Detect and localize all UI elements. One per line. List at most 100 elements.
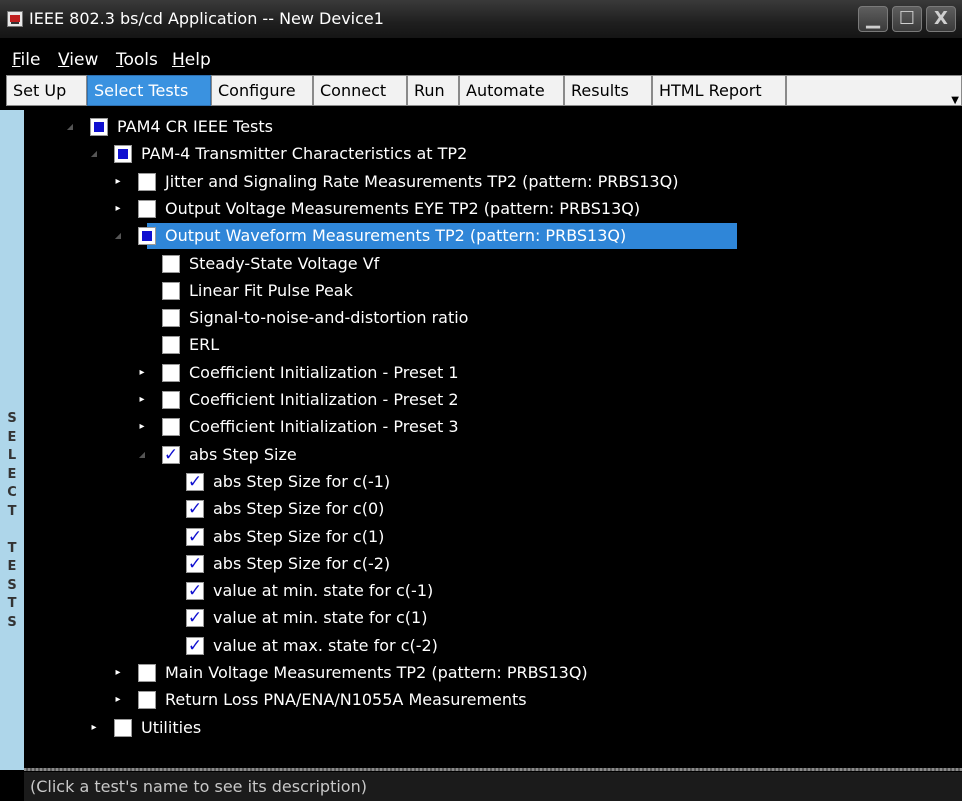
tree-item[interactable]: ERL bbox=[24, 332, 962, 358]
test-checkbox[interactable] bbox=[114, 145, 132, 164]
tree-item[interactable]: ◢ PAM4 CR IEEE Tests bbox=[24, 114, 962, 140]
tree-item-label[interactable]: Main Voltage Measurements TP2 (pattern: … bbox=[165, 660, 588, 686]
tree-item[interactable]: ✓ value at max. state for c(-2) bbox=[24, 633, 962, 659]
test-checkbox[interactable] bbox=[162, 336, 180, 355]
expand-arrow-icon[interactable]: ▸ bbox=[136, 387, 148, 413]
tree-item-label[interactable]: Coefficient Initialization - Preset 1 bbox=[189, 360, 459, 386]
test-checkbox[interactable] bbox=[138, 172, 156, 191]
expand-arrow-icon[interactable]: ▸ bbox=[88, 715, 100, 741]
tree-item[interactable]: ◢ ✓ abs Step Size bbox=[24, 442, 962, 468]
tree-item-label[interactable]: Jitter and Signaling Rate Measurements T… bbox=[165, 169, 678, 195]
collapse-arrow-icon[interactable]: ◢ bbox=[88, 141, 100, 167]
expand-arrow-icon[interactable]: ▸ bbox=[112, 196, 124, 222]
collapse-arrow-icon[interactable]: ◢ bbox=[64, 114, 76, 140]
tab-set-up[interactable]: Set Up bbox=[6, 75, 87, 106]
test-checkbox[interactable] bbox=[114, 718, 132, 737]
collapse-arrow-icon[interactable]: ◢ bbox=[136, 442, 148, 468]
tree-item[interactable]: ◢ Output Waveform Measurements TP2 (patte… bbox=[24, 223, 962, 250]
tree-item[interactable]: ▸ Utilities bbox=[24, 715, 962, 741]
collapse-arrow-icon[interactable]: ◢ bbox=[112, 223, 124, 249]
expand-arrow-icon[interactable]: ▸ bbox=[112, 660, 124, 686]
tree-item[interactable]: ▸ Return Loss PNA/ENA/N1055A Measurements bbox=[24, 687, 962, 713]
menu-tools[interactable]: Tools bbox=[116, 50, 158, 70]
expand-arrow-icon[interactable]: ▸ bbox=[112, 169, 124, 195]
test-checkbox[interactable]: ✓ bbox=[186, 527, 204, 546]
tree-item-label[interactable]: Signal-to-noise-and-distortion ratio bbox=[189, 305, 468, 331]
test-checkbox[interactable]: ✓ bbox=[162, 445, 180, 464]
tab-select-tests[interactable]: Select Tests bbox=[87, 75, 211, 106]
menu-help[interactable]: Help bbox=[172, 50, 211, 70]
tree-item-label[interactable]: abs Step Size for c(0) bbox=[213, 496, 384, 522]
tree-item[interactable]: ◢ PAM-4 Transmitter Characteristics at TP… bbox=[24, 141, 962, 167]
menu-file[interactable]: File bbox=[12, 50, 40, 70]
tree-item-label[interactable]: Return Loss PNA/ENA/N1055A Measurements bbox=[165, 687, 527, 713]
test-checkbox[interactable] bbox=[162, 418, 180, 437]
tab-results[interactable]: Results bbox=[564, 75, 652, 106]
tree-item-label[interactable]: Linear Fit Pulse Peak bbox=[189, 278, 353, 304]
tree-item-label[interactable]: Output Waveform Measurements TP2 (patter… bbox=[165, 223, 626, 249]
tab-run[interactable]: Run bbox=[407, 75, 459, 106]
test-checkbox[interactable] bbox=[162, 363, 180, 382]
test-checkbox[interactable]: ✓ bbox=[186, 636, 204, 655]
tree-item-label[interactable]: ERL bbox=[189, 332, 219, 358]
tree-item[interactable]: ▸ Coefficient Initialization - Preset 1 bbox=[24, 360, 962, 386]
tree-item-label[interactable]: abs Step Size for c(1) bbox=[213, 524, 384, 550]
tree-item-label[interactable]: Utilities bbox=[141, 715, 201, 741]
tree-item[interactable]: ✓ abs Step Size for c(0) bbox=[24, 496, 962, 522]
test-checkbox[interactable] bbox=[162, 254, 180, 273]
test-checkbox[interactable]: ✓ bbox=[186, 500, 204, 519]
tab-configure[interactable]: Configure bbox=[211, 75, 313, 106]
minimize-button[interactable]: ▁ bbox=[858, 6, 888, 32]
tree-item[interactable]: ✓ value at min. state for c(-1) bbox=[24, 578, 962, 604]
tree-item[interactable]: ✓ abs Step Size for c(-1) bbox=[24, 469, 962, 495]
tree-item-label[interactable]: Steady-State Voltage Vf bbox=[189, 251, 379, 277]
tree-item[interactable]: ▸ Main Voltage Measurements TP2 (pattern:… bbox=[24, 660, 962, 686]
tree-item[interactable]: ▸ Jitter and Signaling Rate Measurements … bbox=[24, 169, 962, 195]
tab-html-report[interactable]: HTML Report bbox=[652, 75, 786, 106]
tree-item-label[interactable]: PAM-4 Transmitter Characteristics at TP2 bbox=[141, 141, 467, 167]
test-checkbox[interactable] bbox=[90, 118, 108, 136]
tab-connect[interactable]: Connect bbox=[313, 75, 407, 106]
maximize-button[interactable]: ☐ bbox=[892, 6, 922, 32]
menu-view[interactable]: View bbox=[58, 50, 98, 70]
tree-item-label[interactable]: value at min. state for c(-1) bbox=[213, 578, 433, 604]
expand-arrow-icon[interactable]: ▸ bbox=[112, 687, 124, 713]
test-checkbox[interactable]: ✓ bbox=[186, 582, 204, 601]
tree-item-label[interactable]: abs Step Size for c(-1) bbox=[213, 469, 390, 495]
tree-item[interactable]: ✓ abs Step Size for c(1) bbox=[24, 524, 962, 550]
tree-item[interactable]: Steady-State Voltage Vf bbox=[24, 251, 962, 277]
test-checkbox[interactable]: ✓ bbox=[186, 554, 204, 573]
test-checkbox[interactable]: ✓ bbox=[186, 472, 204, 491]
tree-item-label[interactable]: Coefficient Initialization - Preset 3 bbox=[189, 414, 459, 440]
tree-item-label[interactable]: PAM4 CR IEEE Tests bbox=[117, 114, 273, 140]
tree-item[interactable]: ✓ abs Step Size for c(-2) bbox=[24, 551, 962, 577]
menu-bar: File View Tools Help bbox=[0, 48, 962, 72]
tree-item-label[interactable]: value at max. state for c(-2) bbox=[213, 633, 438, 659]
tree-item-label[interactable]: Output Voltage Measurements EYE TP2 (pat… bbox=[165, 196, 640, 222]
test-checkbox[interactable] bbox=[162, 281, 180, 300]
tree-item[interactable]: ✓ value at min. state for c(1) bbox=[24, 605, 962, 631]
test-checkbox[interactable] bbox=[138, 664, 156, 682]
tree-item-label[interactable]: abs Step Size for c(-2) bbox=[213, 551, 390, 577]
test-checkbox[interactable]: ✓ bbox=[186, 609, 204, 628]
tree-item[interactable]: Signal-to-noise-and-distortion ratio bbox=[24, 305, 962, 331]
tree-item[interactable]: ▸ Output Voltage Measurements EYE TP2 (pa… bbox=[24, 196, 962, 222]
tree-item-label[interactable]: Coefficient Initialization - Preset 2 bbox=[189, 387, 459, 413]
test-checkbox[interactable] bbox=[138, 199, 156, 218]
side-label-letter: T bbox=[7, 540, 17, 556]
expand-arrow-icon[interactable]: ▸ bbox=[136, 360, 148, 386]
test-checkbox[interactable] bbox=[138, 227, 156, 246]
side-label-letter: T bbox=[7, 503, 17, 519]
tree-item[interactable]: ▸ Coefficient Initialization - Preset 2 bbox=[24, 387, 962, 413]
splitter-handle[interactable] bbox=[24, 768, 962, 771]
tree-item-label[interactable]: value at min. state for c(1) bbox=[213, 605, 427, 631]
tree-item-label[interactable]: abs Step Size bbox=[189, 442, 297, 468]
test-checkbox[interactable] bbox=[138, 691, 156, 710]
tree-item[interactable]: ▸ Coefficient Initialization - Preset 3 bbox=[24, 414, 962, 440]
test-checkbox[interactable] bbox=[162, 309, 180, 328]
tree-item[interactable]: Linear Fit Pulse Peak bbox=[24, 278, 962, 304]
expand-arrow-icon[interactable]: ▸ bbox=[136, 414, 148, 440]
test-checkbox[interactable] bbox=[162, 391, 180, 409]
tab-automate[interactable]: Automate bbox=[459, 75, 564, 106]
close-button[interactable]: X bbox=[926, 6, 956, 32]
